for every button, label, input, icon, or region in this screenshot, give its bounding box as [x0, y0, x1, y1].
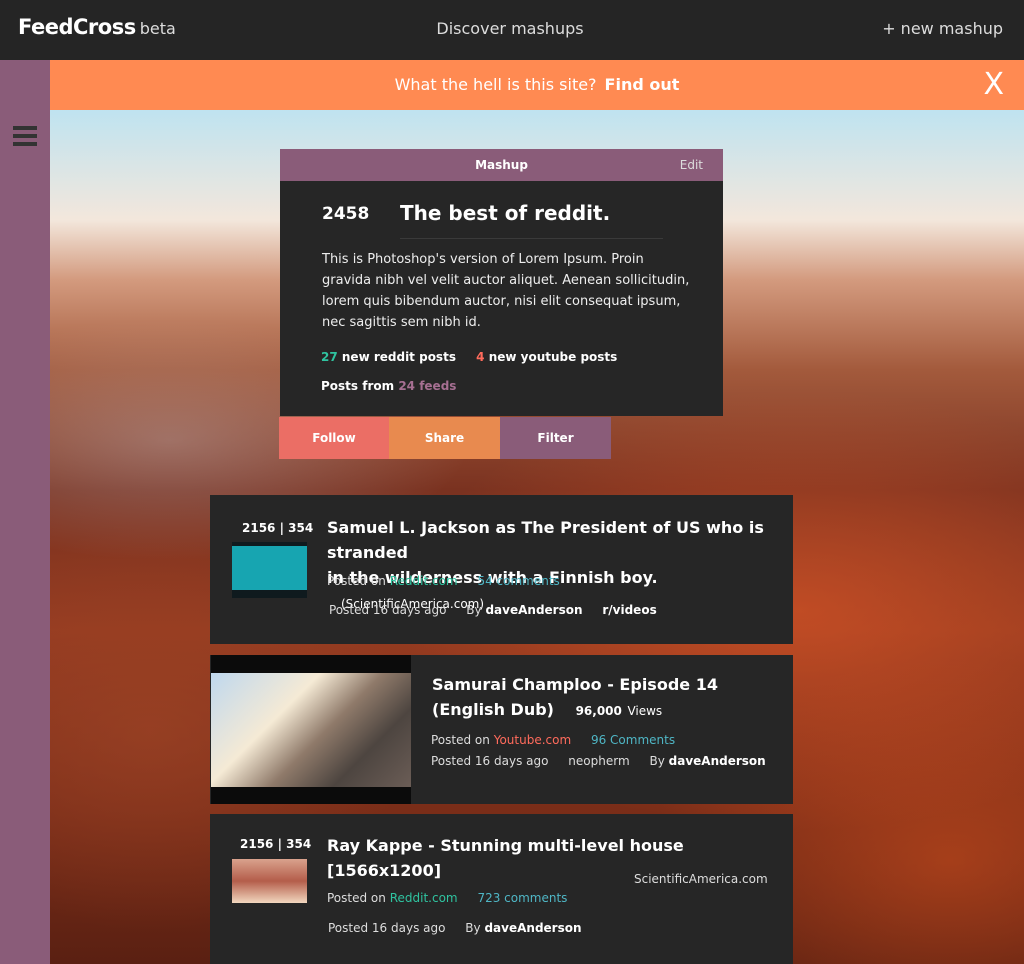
post-thumbnail[interactable] [232, 542, 307, 598]
close-icon[interactable]: X [983, 60, 1004, 110]
posted-ago: Posted 16 days ago [431, 754, 549, 768]
post-card: 2156 | 354 Ray Kappe - Stunning multi-le… [210, 814, 793, 964]
post-title-line: (English Dub) 96,000 Views [432, 697, 782, 724]
find-out-link[interactable]: Find out [605, 75, 680, 94]
post-title[interactable]: Samuel L. Jackson as The President of US… [327, 515, 777, 617]
video-thumbnail[interactable] [211, 655, 411, 804]
post-meta-line: Posted on Youtube.com 96 Comments [431, 733, 675, 747]
author-link[interactable]: daveAnderson [669, 754, 766, 768]
posted-on-label: Posted on [431, 733, 490, 747]
post-title[interactable]: Samurai Champloo - Episode 14 (English D… [432, 672, 782, 724]
feeds-count-link[interactable]: 24 feeds [398, 379, 456, 393]
post-meta-line: Posted on Reddit.com 723 comments [327, 891, 567, 905]
reddit-new-label: new reddit posts [341, 350, 456, 364]
post-meta-line: Posted on Reddit.com 54 comments [327, 574, 560, 588]
new-mashup-link[interactable]: + new mashup [882, 19, 1003, 38]
post-detail-line: Posted 16 days ago By daveAnderson r/vid… [329, 603, 657, 617]
post-score: 2156 | 354 [242, 521, 314, 535]
post-title-text: (English Dub) [432, 700, 554, 719]
posts-from-label: Posts from [321, 379, 395, 393]
post-card: 2156 | 354 Samuel L. Jackson as The Pres… [210, 495, 793, 644]
views-label: Views [627, 704, 663, 718]
mashup-title: The best of reddit. [400, 201, 611, 225]
site-link[interactable]: Youtube.com [494, 733, 571, 747]
author-link[interactable]: daveAnderson [484, 921, 581, 935]
channel-name[interactable]: neopherm [568, 754, 629, 768]
comments-link[interactable]: 723 comments [477, 891, 567, 905]
by-label: By [465, 921, 481, 935]
comments-link[interactable]: 96 Comments [591, 733, 675, 747]
sidebar [0, 60, 50, 964]
by-label: By [466, 603, 482, 617]
posted-ago: Posted 16 days ago [329, 603, 447, 617]
site-link[interactable]: Reddit.com [390, 891, 458, 905]
new-posts-stats: 27 new reddit posts 4 new youtube posts [321, 350, 617, 364]
share-button[interactable]: Share [389, 417, 500, 459]
youtube-new-count: 4 [476, 350, 485, 364]
youtube-new-label: new youtube posts [488, 350, 618, 364]
posted-on-label: Posted on [327, 891, 386, 905]
views-count: 96,000 [575, 704, 622, 718]
post-score: 2156 | 354 [240, 837, 312, 851]
edit-button[interactable]: Edit [680, 149, 703, 181]
by-label: By [649, 754, 665, 768]
mashup-header-label: Mashup [475, 158, 528, 172]
post-source-domain: ScientificAmerica.com [634, 872, 768, 886]
reddit-new-count: 27 [321, 350, 338, 364]
post-detail-line: Posted 16 days ago neopherm By daveAnder… [431, 754, 766, 768]
banner-text: What the hell is this site? [394, 75, 597, 94]
top-nav-bar: FeedCross beta Discover mashups + new mas… [0, 0, 1024, 60]
post-title-line: Samuel L. Jackson as The President of US… [327, 518, 764, 562]
posted-ago: Posted 16 days ago [328, 921, 446, 935]
discover-mashups-link[interactable]: Discover mashups [0, 19, 1020, 38]
site-link[interactable]: Reddit.com [390, 574, 458, 588]
info-banner: What the hell is this site? Find out X [50, 60, 1024, 110]
comments-link[interactable]: 54 comments [477, 574, 559, 588]
mashup-description: This is Photoshop's version of Lorem Ips… [322, 252, 690, 330]
post-card: Samurai Champloo - Episode 14 (English D… [210, 655, 793, 804]
post-detail-line: Posted 16 days ago By daveAnderson [328, 921, 582, 935]
hamburger-icon[interactable] [13, 126, 37, 146]
post-title-line: Samurai Champloo - Episode 14 [432, 675, 718, 694]
author-link[interactable]: daveAnderson [485, 603, 582, 617]
posted-on-label: Posted on [327, 574, 386, 588]
mashup-follower-count: 2458 [322, 204, 370, 224]
posts-from-feeds: Posts from 24 feeds [321, 379, 456, 393]
subreddit-link[interactable]: r/videos [602, 603, 656, 617]
divider [400, 238, 663, 239]
mashup-card-header: Mashup Edit [280, 149, 723, 181]
filter-button[interactable]: Filter [500, 417, 611, 459]
mashup-card: Mashup Edit 2458 The best of reddit. Thi… [280, 149, 723, 416]
follow-button[interactable]: Follow [279, 417, 389, 459]
post-thumbnail[interactable] [232, 859, 307, 903]
